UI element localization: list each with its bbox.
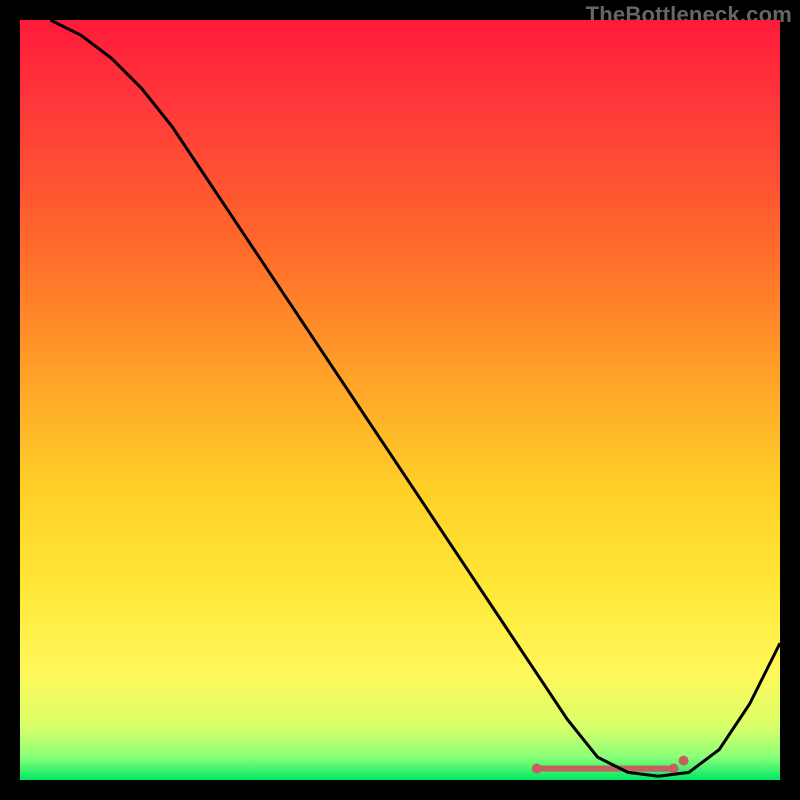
plot-area (20, 20, 780, 780)
chart-container: TheBottleneck.com (0, 0, 800, 800)
gradient-background (20, 20, 780, 780)
chart-svg (20, 20, 780, 780)
